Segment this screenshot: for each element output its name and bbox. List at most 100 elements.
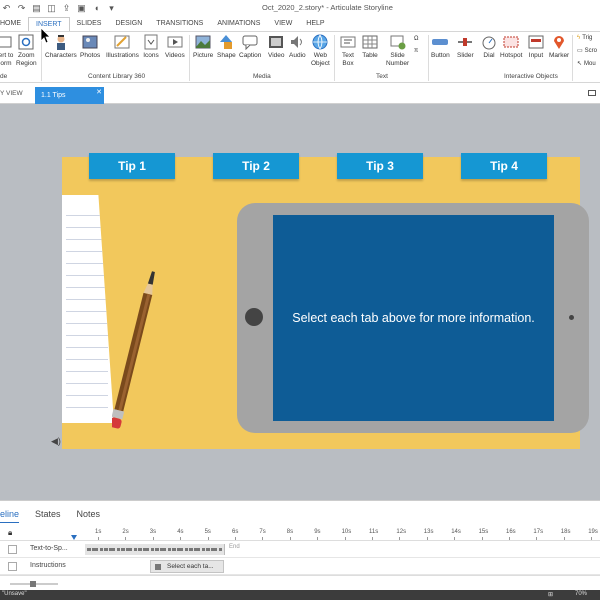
tip-1-button[interactable]: Tip 1: [89, 153, 175, 179]
timeline-track-tts[interactable]: Text-to-Sp... End: [0, 541, 600, 558]
videos-button[interactable]: Videos: [165, 34, 185, 60]
undo-icon[interactable]: ↶: [2, 3, 11, 14]
tab-slides[interactable]: SLIDES: [70, 17, 109, 31]
text-box-icon: [340, 36, 356, 48]
timeline-tick-label: 15s: [478, 529, 489, 535]
timeline-tick: [262, 537, 264, 540]
slide-audio-icon[interactable]: ◀): [51, 436, 61, 447]
tab-view[interactable]: VIEW: [267, 17, 299, 31]
quick-access-toolbar: ↶ ↷ ▤ ◫ ⇪ ▣ ◖ ▾: [0, 3, 116, 14]
track-name: Instructions: [30, 562, 66, 569]
track-visibility-checkbox[interactable]: [8, 545, 17, 554]
timeline-tick: [344, 537, 346, 540]
timeline-tick-label: 10s: [341, 529, 352, 535]
playhead[interactable]: [71, 535, 77, 540]
timeline-tick-label: 7s: [259, 529, 266, 535]
timeline-tick: [372, 537, 373, 540]
video-button[interactable]: Video: [268, 34, 285, 60]
illustrations-button[interactable]: Illustrations: [106, 34, 139, 60]
new-icon[interactable]: ▤: [32, 3, 41, 14]
audio-waveform[interactable]: [85, 544, 225, 555]
timeline-tick-label: 16s: [506, 529, 516, 535]
lightning-icon: ϟ: [577, 35, 581, 41]
slider-button[interactable]: Slider: [457, 34, 474, 60]
marker-button[interactable]: Marker: [549, 34, 569, 60]
slider-icon: [458, 38, 473, 46]
timeline-tick: [481, 537, 483, 540]
home-button-icon: [245, 308, 263, 326]
tab-design[interactable]: DESIGN: [108, 17, 149, 31]
tip-4-button[interactable]: Tip 4: [461, 153, 547, 179]
redo-icon[interactable]: ↷: [17, 3, 26, 14]
ribbon-tabs: HOME INSERT SLIDES DESIGN TRANSITIONS AN…: [0, 16, 600, 32]
tab-notes[interactable]: Notes: [69, 509, 109, 519]
timeline-bar[interactable]: Select each ta...: [150, 560, 224, 573]
mouse-button[interactable]: ↖ Mou: [577, 60, 596, 68]
timeline-tick: [399, 537, 401, 540]
picture-button[interactable]: Picture: [193, 34, 213, 60]
shape-button[interactable]: Shape: [217, 34, 236, 60]
illustration-icon: [114, 35, 130, 49]
story-view-tab[interactable]: Y VIEW: [0, 90, 23, 97]
insert-slide-button[interactable]: ert to orm: [0, 34, 14, 68]
timeline-tick: [591, 537, 593, 540]
shape-icon: [220, 35, 233, 49]
tab-animations[interactable]: ANIMATIONS: [210, 17, 267, 31]
tab-help[interactable]: HELP: [299, 17, 331, 31]
timeline-tick: [317, 537, 319, 540]
close-icon[interactable]: ✕: [96, 88, 102, 96]
slide-tab[interactable]: 1.1 Tips ✕: [35, 87, 104, 104]
hotspot-button[interactable]: Hotspot: [500, 34, 522, 60]
input-icon: [528, 35, 544, 49]
button-button[interactable]: Button: [431, 34, 450, 60]
track-visibility-checkbox[interactable]: [8, 562, 17, 571]
caption-button[interactable]: Caption: [239, 34, 261, 60]
text-box-button[interactable]: Text Box: [340, 34, 356, 68]
dropdown-icon[interactable]: ▾: [107, 3, 116, 14]
table-button[interactable]: Table: [362, 34, 378, 60]
zoom-region-button[interactable]: Zoom Region: [16, 34, 37, 68]
group-label-interactive: Interactive Objects: [504, 73, 558, 80]
zoom-slider-icon[interactable]: [8, 579, 63, 588]
trigger-panel-button[interactable]: ϟ Trig: [577, 35, 592, 41]
omega-icon[interactable]: Ω: [414, 36, 419, 42]
icons-icon: [144, 34, 158, 50]
photos-button[interactable]: Photos: [80, 34, 100, 60]
timeline-ruler[interactable]: 🔒︎ 1s 2s 3s 4s 5s 6s 7s 8s 9s 10s 11s 12s 13s 14s 15s 1…: [0, 526, 600, 541]
scroll-icon: ▭: [577, 48, 583, 54]
audio-icon[interactable]: ◖: [92, 3, 101, 14]
dial-button[interactable]: Dial: [481, 34, 497, 60]
group-label-content-library: Content Library 360: [88, 73, 146, 80]
scroll-panel-button[interactable]: ▭ Scro: [577, 47, 597, 55]
tab-transitions[interactable]: TRANSITIONS: [149, 17, 210, 31]
tip-3-button[interactable]: Tip 3: [337, 153, 423, 179]
timeline-tick-label: 9s: [314, 529, 321, 535]
preview-icon[interactable]: ◫: [47, 3, 56, 14]
fit-icon[interactable]: ⊞: [548, 591, 553, 598]
photo-icon: [82, 35, 98, 49]
tab-timeline[interactable]: eline: [0, 509, 27, 519]
tip-2-button[interactable]: Tip 2: [213, 153, 299, 179]
save-icon[interactable]: ▣: [77, 3, 86, 14]
web-object-button[interactable]: Web Object: [311, 34, 330, 68]
icons-button[interactable]: Icons: [143, 34, 159, 60]
audio-button[interactable]: Audio: [289, 34, 306, 60]
timeline-track-instructions[interactable]: Instructions Select each ta...: [0, 558, 600, 575]
timeline-tick-label: 18s: [560, 529, 571, 535]
character-icon: [56, 35, 65, 50]
input-button[interactable]: Input: [528, 34, 544, 60]
slide-number-button[interactable]: Slide Number: [386, 34, 409, 68]
publish-icon[interactable]: ⇪: [62, 3, 71, 14]
equation-icon[interactable]: π: [414, 48, 418, 54]
timeline-tick-label: 8s: [286, 529, 294, 535]
lock-icon[interactable]: 🔒︎: [8, 528, 12, 538]
marker-icon: [554, 36, 565, 49]
slide-canvas: Tip 1 Tip 2 Tip 3 Tip 4 Select each tab …: [0, 104, 600, 500]
tab-home[interactable]: HOME: [0, 17, 28, 31]
timeline-tick-label: 3s: [149, 529, 157, 535]
tab-states[interactable]: States: [27, 509, 69, 519]
timeline-tick: [152, 537, 154, 540]
timeline-tick: [536, 537, 538, 540]
restore-icon[interactable]: [588, 90, 596, 96]
group-label-slide: de: [0, 73, 8, 80]
